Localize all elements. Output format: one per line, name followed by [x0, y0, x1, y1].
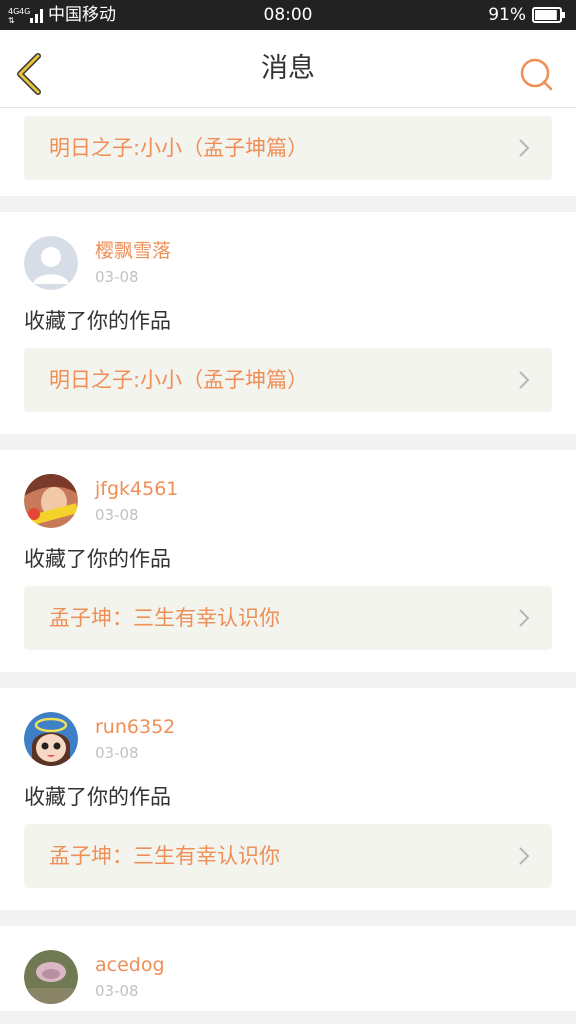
user-row: acedog 03-08 [24, 950, 552, 1004]
avatar[interactable] [24, 950, 78, 1004]
work-link[interactable]: 孟子坤：三生有幸认识你 [24, 586, 552, 650]
work-title: 孟子坤：三生有幸认识你 [49, 844, 280, 868]
avatar[interactable] [24, 712, 78, 766]
chevron-right-icon [519, 371, 530, 389]
app-header: 消息 [0, 30, 576, 108]
message-card: acedog 03-08 [0, 926, 576, 1011]
page-title: 消息 [261, 53, 315, 84]
action-text: 收藏了你的作品 [24, 547, 171, 571]
username[interactable]: 樱飘雪落 [95, 240, 171, 262]
timestamp: 03-08 [95, 982, 139, 1000]
action-text: 收藏了你的作品 [24, 309, 171, 333]
chevron-right-icon [519, 139, 530, 157]
battery-percent: 91% [488, 5, 526, 25]
action-text: 收藏了你的作品 [24, 785, 171, 809]
username[interactable]: jfgk4561 [95, 478, 178, 500]
message-card: jfgk4561 03-08 收藏了你的作品 孟子坤：三生有幸认识你 [0, 450, 576, 672]
work-link[interactable]: 明日之子:小小（孟子坤篇） [24, 348, 552, 412]
work-title: 明日之子:小小（孟子坤篇） [49, 136, 309, 160]
chevron-right-icon [519, 847, 530, 865]
message-card: 明日之子:小小（孟子坤篇） [0, 108, 576, 196]
work-link[interactable]: 孟子坤：三生有幸认识你 [24, 824, 552, 888]
message-feed: 明日之子:小小（孟子坤篇） 樱飘雪落 03-08 收藏了你的作品 明日之子:小小… [0, 108, 576, 1011]
chevron-right-icon [519, 609, 530, 627]
work-title: 孟子坤：三生有幸认识你 [49, 606, 280, 630]
search-icon[interactable] [518, 56, 554, 92]
user-row: 樱飘雪落 03-08 [24, 236, 552, 290]
username[interactable]: run6352 [95, 716, 175, 738]
message-card: 樱飘雪落 03-08 收藏了你的作品 明日之子:小小（孟子坤篇） [0, 212, 576, 434]
work-title: 明日之子:小小（孟子坤篇） [49, 368, 309, 392]
timestamp: 03-08 [95, 268, 139, 286]
user-row: run6352 03-08 [24, 712, 552, 766]
battery-icon [532, 7, 565, 23]
work-link[interactable]: 明日之子:小小（孟子坤篇） [24, 116, 552, 180]
status-bar: 4G 4G ⇅ 中国移动 08:00 91% [0, 0, 576, 30]
username[interactable]: acedog [95, 954, 165, 976]
timestamp: 03-08 [95, 506, 139, 524]
timestamp: 03-08 [95, 744, 139, 762]
avatar[interactable] [24, 474, 78, 528]
user-row: jfgk4561 03-08 [24, 474, 552, 528]
message-card: run6352 03-08 收藏了你的作品 孟子坤：三生有幸认识你 [0, 688, 576, 910]
avatar[interactable] [24, 236, 78, 290]
